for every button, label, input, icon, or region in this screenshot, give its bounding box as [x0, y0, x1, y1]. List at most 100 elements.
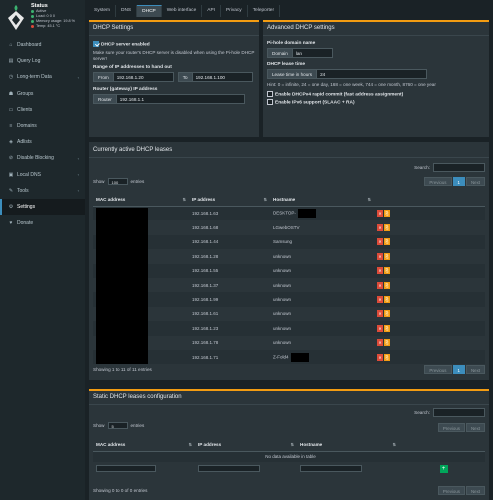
- tab-dns[interactable]: DNS: [116, 5, 138, 17]
- to-addon: To: [177, 72, 193, 83]
- from-input[interactable]: 192.168.1.20: [113, 72, 174, 83]
- col-actions: [374, 194, 485, 207]
- add-static-lease-button[interactable]: +: [439, 465, 448, 474]
- static-mac-input[interactable]: [96, 465, 156, 473]
- sidebar-item-settings[interactable]: ⚙ Settings: [0, 198, 85, 216]
- sidebar-item-domains[interactable]: ≡ Domains: [0, 118, 85, 134]
- delete-lease-button[interactable]: ✕: [377, 238, 383, 246]
- copy-to-static-button[interactable]: ⎘: [384, 252, 390, 260]
- sidebar-item-long-term-data[interactable]: ◷ Long-term Data ‹: [0, 69, 85, 85]
- sort-icon: ⇅: [263, 197, 267, 203]
- sidebar-item-tools[interactable]: ✎ Tools ‹: [0, 183, 85, 199]
- table-row: 192.168.1.37 unknown ✕ ⎘: [93, 278, 485, 292]
- delete-lease-button[interactable]: ✕: [377, 339, 383, 347]
- redacted-block: [297, 208, 316, 218]
- static-next-bottom[interactable]: Next: [465, 486, 485, 495]
- copy-to-static-button[interactable]: ⎘: [384, 238, 390, 246]
- delete-lease-button[interactable]: ✕: [377, 310, 383, 318]
- status-panel: Status Active Load: 0 0 0 Memory usage: …: [31, 3, 75, 29]
- home-icon: ⌂: [9, 42, 13, 49]
- dhcp-enabled-label: DHCP server enabled: [101, 42, 150, 48]
- sidebar-item-label: Domains: [17, 123, 37, 130]
- copy-to-static-button[interactable]: ⎘: [384, 310, 390, 318]
- rapid-commit-checkbox[interactable]: [267, 91, 273, 97]
- table-row: 192.168.1.44 Samsung ✕ ⎘: [93, 234, 485, 250]
- sidebar-item-dashboard[interactable]: ⌂ Dashboard: [0, 37, 85, 53]
- sidebar-item-donate[interactable]: ♥ Donate: [0, 215, 85, 231]
- sidebar-item-local-dns[interactable]: ▣ Local DNS ‹: [0, 167, 85, 183]
- static-prev-bottom[interactable]: Previous: [437, 486, 465, 495]
- lease-input[interactable]: 24: [317, 69, 428, 79]
- leases-search-label: Search:: [414, 164, 430, 170]
- leases-page-1-top[interactable]: 1: [452, 177, 465, 186]
- pihole-logo[interactable]: [4, 3, 28, 31]
- delete-lease-button[interactable]: ✕: [377, 252, 383, 260]
- tab-privacy[interactable]: Privacy: [221, 5, 248, 17]
- sidebar-item-clients[interactable]: ▭ Clients: [0, 102, 85, 118]
- tab-teleporter[interactable]: Teleporter: [248, 5, 281, 17]
- leases-next-bottom[interactable]: Next: [465, 365, 485, 374]
- leases-next-top[interactable]: Next: [465, 177, 485, 186]
- tab-system[interactable]: System: [89, 5, 116, 17]
- delete-lease-button[interactable]: ✕: [377, 296, 383, 304]
- sidebar-item-adlists[interactable]: ◈ Adlists: [0, 134, 85, 150]
- static-search-input[interactable]: [433, 408, 485, 417]
- leases-show-label: Show: [93, 178, 105, 184]
- col-mac[interactable]: MAC address ⇅: [93, 194, 189, 207]
- clock-icon: ◷: [8, 74, 14, 81]
- static-col-ip[interactable]: IP address ⇅: [195, 439, 297, 452]
- sidebar-item-disable-blocking[interactable]: ⊘ Disable Blocking ‹: [0, 150, 85, 166]
- delete-lease-button[interactable]: ✕: [377, 353, 383, 361]
- sidebar-item-label: Query Log: [17, 58, 41, 65]
- static-page-size-select[interactable]: 5: [107, 422, 128, 429]
- delete-lease-button[interactable]: ✕: [377, 324, 383, 332]
- ipv6-checkbox[interactable]: [267, 99, 273, 106]
- copy-to-static-button[interactable]: ⎘: [384, 339, 390, 347]
- static-next-top[interactable]: Next: [465, 423, 485, 432]
- static-empty-message: No data available in table: [93, 451, 485, 462]
- copy-to-static-button[interactable]: ⎘: [384, 209, 390, 217]
- copy-to-static-button[interactable]: ⎘: [384, 296, 390, 304]
- hostname-text: LGwebOSTV: [273, 225, 300, 231]
- copy-to-static-button[interactable]: ⎘: [384, 281, 390, 289]
- table-row: 192.168.1.68 LGwebOSTV ✕ ⎘: [93, 220, 485, 234]
- copy-to-static-button[interactable]: ⎘: [384, 353, 390, 361]
- dhcp-enabled-checkbox[interactable]: [93, 41, 99, 47]
- table-row: 192.168.1.55 unknown ✕ ⎘: [93, 263, 485, 278]
- leases-page-1-bottom[interactable]: 1: [452, 365, 465, 374]
- tab-api[interactable]: API: [202, 5, 221, 17]
- delete-lease-button[interactable]: ✕: [377, 224, 383, 232]
- static-col-hostname[interactable]: Hostname ⇅: [297, 439, 399, 452]
- static-ip-input[interactable]: [198, 465, 260, 473]
- copy-to-static-button[interactable]: ⎘: [384, 224, 390, 232]
- static-prev-top[interactable]: Previous: [437, 423, 465, 432]
- leases-table-wrap: MAC address ⇅ IP address ⇅ Hostname ⇅ 192.1…: [93, 194, 485, 365]
- leases-prev-top[interactable]: Previous: [424, 177, 452, 186]
- col-hostname[interactable]: Hostname ⇅: [270, 194, 374, 207]
- copy-to-static-button[interactable]: ⎘: [384, 267, 390, 275]
- domain-input[interactable]: lan: [292, 48, 333, 58]
- hostname-cell: unknown: [270, 336, 374, 350]
- stop-icon: ⊘: [8, 155, 14, 162]
- table-row: 192.168.1.78 unknown ✕ ⎘: [93, 336, 485, 350]
- leases-prev-bottom[interactable]: Previous: [424, 365, 452, 374]
- static-hostname-input[interactable]: [300, 465, 362, 473]
- sidebar-item-query-log[interactable]: ▤ Query Log: [0, 53, 85, 69]
- to-input[interactable]: 192.168.1.100: [192, 72, 253, 83]
- tab-web-interface[interactable]: Web interface: [162, 5, 203, 17]
- router-input[interactable]: 192.168.1.1: [116, 94, 245, 105]
- leases-search-input[interactable]: [433, 163, 485, 172]
- table-row: 192.168.1.28 unknown ✕ ⎘: [93, 249, 485, 263]
- static-entries-label: entries: [130, 422, 145, 428]
- delete-lease-button[interactable]: ✕: [377, 281, 383, 289]
- actions-cell: ✕ ⎘: [374, 249, 485, 263]
- leases-page-size-select[interactable]: 100: [107, 178, 128, 185]
- advanced-dhcp-box: Advanced DHCP settings Pi-hole domain na…: [263, 20, 489, 137]
- sidebar-item-groups[interactable]: ☗ Groups: [0, 86, 85, 102]
- copy-to-static-button[interactable]: ⎘: [384, 324, 390, 332]
- delete-lease-button[interactable]: ✕: [377, 209, 383, 217]
- col-ip[interactable]: IP address ⇅: [189, 194, 270, 207]
- static-col-mac[interactable]: MAC address ⇅: [93, 439, 195, 452]
- tab-dhcp[interactable]: DHCP: [137, 5, 162, 17]
- delete-lease-button[interactable]: ✕: [377, 267, 383, 275]
